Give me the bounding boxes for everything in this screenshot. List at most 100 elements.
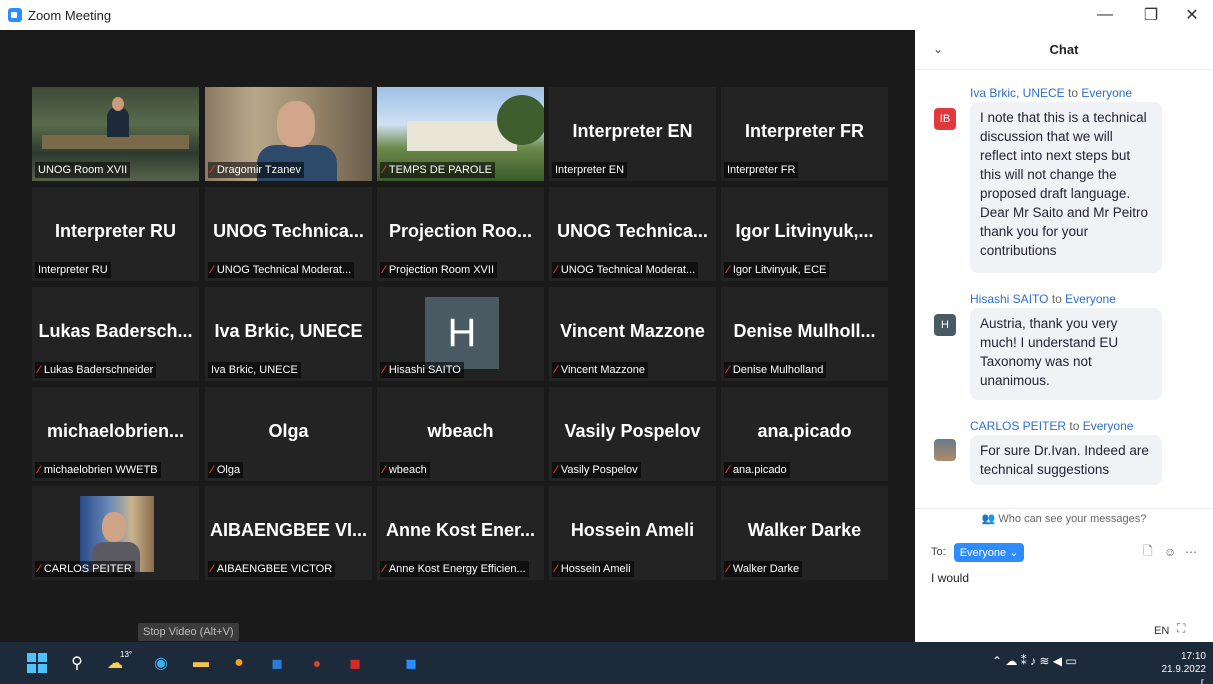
participant-display-name: wbeach <box>427 421 494 441</box>
participant-name-label: ⁄ Lukas Baderschneider <box>35 362 157 378</box>
participant-name-label: ⁄ Olga <box>208 462 244 478</box>
participant-tile[interactable]: ⁄ CARLOS PEITER <box>32 486 199 580</box>
participant-tile[interactable]: Olga ⁄ Olga <box>205 387 372 481</box>
zoom-app-icon <box>8 8 22 22</box>
participant-name: Hossein Ameli <box>560 563 631 575</box>
chevron-down-icon[interactable]: ⌄ <box>933 42 943 56</box>
restore-button[interactable]: ❐ <box>1128 0 1174 30</box>
file-icon[interactable]: 🗋 <box>1143 542 1153 563</box>
participant-name: Olga <box>216 464 241 476</box>
powerpoint-icon[interactable]: ● <box>304 650 330 676</box>
participant-name: UNOG Room XVII <box>38 164 128 176</box>
participant-tile[interactable]: UNOG Room XVII <box>32 87 199 181</box>
participant-tile[interactable]: UNOG Technica... ⁄ UNOG Technical Moderat.… <box>549 187 716 281</box>
participant-tile[interactable]: Hossein Ameli ⁄ Hossein Ameli <box>549 486 716 580</box>
participant-name-label: ⁄ michaelobrien WWETB <box>35 462 161 478</box>
participant-tile[interactable]: UNOG Technica... ⁄ UNOG Technical Moderat.… <box>205 187 372 281</box>
avatar: IB <box>934 108 956 130</box>
muted-mic-icon: ⁄ <box>383 563 385 575</box>
participant-tile[interactable]: Interpreter RU Interpreter RU <box>32 187 199 281</box>
muted-mic-icon: ⁄ <box>555 563 557 575</box>
participant-display-name: Olga <box>268 421 309 441</box>
participant-tile[interactable]: Vincent Mazzone ⁄ Vincent Mazzone <box>549 287 716 381</box>
participant-name-label: ⁄ Vasily Pospelov <box>552 462 641 478</box>
participant-tile[interactable]: wbeach ⁄ wbeach <box>377 387 544 481</box>
participant-tile[interactable]: Vasily Pospelov ⁄ Vasily Pospelov <box>549 387 716 481</box>
participant-tile[interactable]: H ⁄ Hisashi SAITO <box>377 287 544 381</box>
participant-tile[interactable]: Iva Brkic, UNECE Iva Brkic, UNECE <box>205 287 372 381</box>
participant-tile[interactable]: Lukas Badersch... ⁄ Lukas Baderschneider <box>32 287 199 381</box>
message-recipient: Everyone <box>1081 86 1133 100</box>
minimize-button[interactable]: — <box>1082 0 1128 30</box>
participant-display-name: Hossein Ameli <box>570 520 695 540</box>
participant-tile[interactable]: ana.picado ⁄ ana.picado <box>721 387 888 481</box>
message-to: to <box>1068 86 1079 100</box>
participant-tile[interactable]: Anne Kost Ener... ⁄ Anne Kost Energy Effic… <box>377 486 544 580</box>
participant-display-name: Walker Darke <box>747 520 862 540</box>
expand-icon[interactable]: ⛶ <box>1177 621 1185 636</box>
tray-icons[interactable]: ⌃ ☁ ⁑ ♪ ≋ ◀ ▭ <box>992 654 1077 668</box>
start-icon[interactable] <box>24 650 50 676</box>
participant-avatar: H <box>425 297 499 369</box>
participant-name: Walker Darke <box>732 563 800 575</box>
muted-mic-icon: ⁄ <box>383 364 385 376</box>
participant-name: Interpreter EN <box>555 164 625 176</box>
participant-tile[interactable]: Interpreter EN Interpreter EN <box>549 87 716 181</box>
participant-tile[interactable]: Denise Mulholl... ⁄ Denise Mulholland <box>721 287 888 381</box>
close-button[interactable]: ✕ <box>1169 0 1213 30</box>
muted-mic-icon: ⁄ <box>38 464 40 476</box>
muted-mic-icon: ⁄ <box>383 264 385 276</box>
participant-name-label: ⁄ Vincent Mazzone <box>552 362 649 378</box>
participant-tile[interactable]: Igor Litvinyuk,... ⁄ Igor Litvinyuk, ECE <box>721 187 888 281</box>
muted-mic-icon: ⁄ <box>383 164 385 176</box>
participant-display-name: Denise Mulholl... <box>733 321 876 341</box>
participant-tile[interactable]: Projection Roo... ⁄ Projection Room XVII <box>377 187 544 281</box>
participant-display-name: ana.picado <box>757 421 852 441</box>
recipient-dropdown[interactable]: Everyone ⌄ <box>953 542 1025 562</box>
participant-display-name: Igor Litvinyuk,... <box>735 221 874 241</box>
edge-icon[interactable]: ◉ <box>148 650 174 676</box>
participant-name-label: ⁄ Dragomir Tzanev <box>208 162 305 178</box>
more-icon[interactable]: ⋯ <box>1185 545 1197 559</box>
participant-name-label: ⁄ Anne Kost Energy Efficien... <box>380 561 529 577</box>
participant-display-name: Interpreter FR <box>744 121 865 141</box>
participant-name: Lukas Baderschneider <box>43 364 154 376</box>
participant-tile[interactable]: AIBAENGBEE VI... ⁄ AIBAENGBEE VICTOR <box>205 486 372 580</box>
chat-input[interactable]: I would <box>931 571 969 585</box>
participant-name: UNOG Technical Moderat... <box>560 264 696 276</box>
zoom-window: Zoom Meeting — ❐ ✕ Walker Darke ⁄ Walker D… <box>0 0 1213 684</box>
message-to: to <box>1069 419 1080 433</box>
participant-name: Projection Room XVII <box>388 264 494 276</box>
muted-mic-icon: ⁄ <box>211 464 213 476</box>
message-bubble: For sure Dr.Ivan. Indeed are technical s… <box>970 435 1162 485</box>
participant-tile[interactable]: michaelobrien... ⁄ michaelobrien WWETB <box>32 387 199 481</box>
participant-name: Denise Mulholland <box>732 364 824 376</box>
emoji-icon[interactable]: ☺ <box>1164 545 1176 559</box>
pdf-icon[interactable]: ◼ <box>342 650 368 676</box>
participant-name: Vasily Pospelov <box>560 464 638 476</box>
message-bubble: Austria, thank you very much! I understa… <box>970 308 1162 400</box>
participant-name-label: ⁄ Hossein Ameli <box>552 561 634 577</box>
search-icon[interactable]: ⚲ <box>64 650 90 676</box>
outlook-icon[interactable]: ◼ <box>264 650 290 676</box>
language-indicator[interactable]: EN <box>1154 625 1169 637</box>
participant-tile[interactable]: ⁄ TEMPS DE PAROLE <box>377 87 544 181</box>
participant-name-label: ⁄ AIBAENGBEE VICTOR <box>208 561 336 577</box>
participant-name: UNOG Technical Moderat... <box>216 264 352 276</box>
participant-tile[interactable]: Walker Darke ⁄ Walker Darke <box>721 486 888 580</box>
who-can-see-link[interactable]: 👥 Who can see your messages? <box>915 508 1213 525</box>
participant-name-label: Interpreter FR <box>724 162 799 178</box>
zoom-taskbar-icon[interactable]: ◼ <box>398 650 424 676</box>
chat-header: ⌄ Chat <box>915 30 1213 70</box>
participant-tile[interactable]: ⁄ Dragomir Tzanev <box>205 87 372 181</box>
participant-name: Hisashi SAITO <box>388 364 461 376</box>
muted-mic-icon: ⁄ <box>727 264 729 276</box>
participant-display-name: Vasily Pospelov <box>564 421 701 441</box>
message-sender: CARLOS PEITER <box>970 419 1067 433</box>
chrome-icon[interactable]: ● <box>226 650 252 676</box>
avatar <box>934 439 956 461</box>
participant-tile[interactable]: Interpreter FR Interpreter FR <box>721 87 888 181</box>
file-explorer-icon[interactable]: ▬ <box>188 650 214 676</box>
message-meta: Iva Brkic, UNECE to Everyone <box>970 86 1132 100</box>
participant-name-label: ⁄ Denise Mulholland <box>724 362 827 378</box>
